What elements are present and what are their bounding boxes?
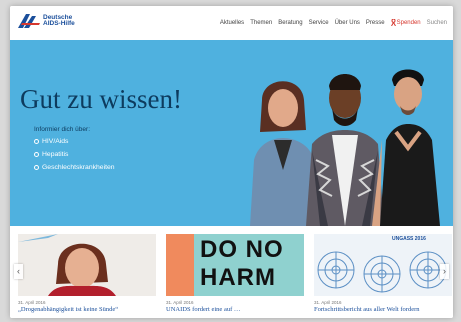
news-card[interactable]: DO NO HARM 31. April 2016 UNAIDS fordert… [166,234,304,318]
site-header: Deutsche AIDS-Hilfe Aktuelles Themen Ber… [10,6,453,40]
spenden-link[interactable]: Spenden [390,19,421,26]
logo-icon [18,14,40,28]
news-card[interactable]: 31. April 2016 „Drogenabhängigkeit ist k… [18,234,156,318]
news-card[interactable]: UNGASS 2016 31. April 2016 Fortschrittsb… [314,234,452,318]
news-card-image: UNGASS 2016 [314,234,452,296]
hero-link-label: Hepatitis [42,151,69,158]
search-link[interactable]: Suchen [427,20,447,26]
news-carousel: 31. April 2016 „Drogenabhängigkeit ist k… [10,226,453,318]
nav-item-service[interactable]: Service [309,20,329,26]
news-card-title[interactable]: „Drogenabhängigkeit ist keine Sünde“ [18,306,118,313]
news-card-title[interactable]: UNAIDS fordert eine auf … [166,306,240,313]
un-emblem-image: UNGASS 2016 [314,234,452,296]
spenden-label: Spenden [396,19,421,26]
circle-icon [34,152,39,157]
circle-icon [34,139,39,144]
nav-item-ueber-uns[interactable]: Über Uns [335,20,360,26]
hero-link-label: HIV/Aids [42,138,69,145]
hero-link-geschlechtskrankheiten[interactable]: Geschlechtskrankheiten [34,164,115,171]
red-ribbon-icon [390,19,396,26]
news-card-image [18,234,156,296]
web-page: Deutsche AIDS-Hilfe Aktuelles Themen Ber… [10,6,453,318]
logo-line-2: AIDS-Hilfe [43,20,75,27]
hero-link-hepatitis[interactable]: Hepatitis [34,151,115,158]
portrait-image [18,234,156,296]
nav-item-themen[interactable]: Themen [250,20,272,26]
hero-banner: Gut zu wissen! Informier dich über: HIV/… [10,40,453,226]
carousel-prev-arrow[interactable]: ‹ [14,264,23,279]
hero-subtitle: Informier dich über: [34,126,90,133]
un-emblem-pattern [317,251,447,293]
news-card-date: 31. April 2016 [18,300,46,305]
nav-item-aktuelles[interactable]: Aktuelles [220,20,244,26]
nav-item-beratung[interactable]: Beratung [278,20,302,26]
hero-link-hiv-aids[interactable]: HIV/Aids [34,138,115,145]
news-card-image: DO NO HARM [166,234,304,296]
hero-title: Gut zu wissen! [20,84,182,114]
image-text-do-no: DO NO [200,236,284,263]
news-card-title[interactable]: Fortschrittsbericht aus aller Welt forde… [314,306,420,313]
do-no-harm-image: DO NO HARM [166,234,304,296]
hero-link-list: HIV/Aids Hepatitis Geschlechtskrankheite… [34,138,115,171]
logo[interactable]: Deutsche AIDS-Hilfe [18,14,75,28]
hero-people-image [250,69,440,226]
news-card-date: 31. April 2016 [166,300,194,305]
circle-icon [34,165,39,170]
main-nav: Aktuelles Themen Beratung Service Über U… [220,19,447,26]
ungass-label: UNGASS 2016 [392,236,426,242]
news-card-date: 31. April 2016 [314,300,342,305]
carousel-next-arrow[interactable]: › [440,264,449,279]
hero-link-label: Geschlechtskrankheiten [42,164,115,171]
image-text-harm: HARM [200,264,276,291]
nav-item-presse[interactable]: Presse [366,20,385,26]
